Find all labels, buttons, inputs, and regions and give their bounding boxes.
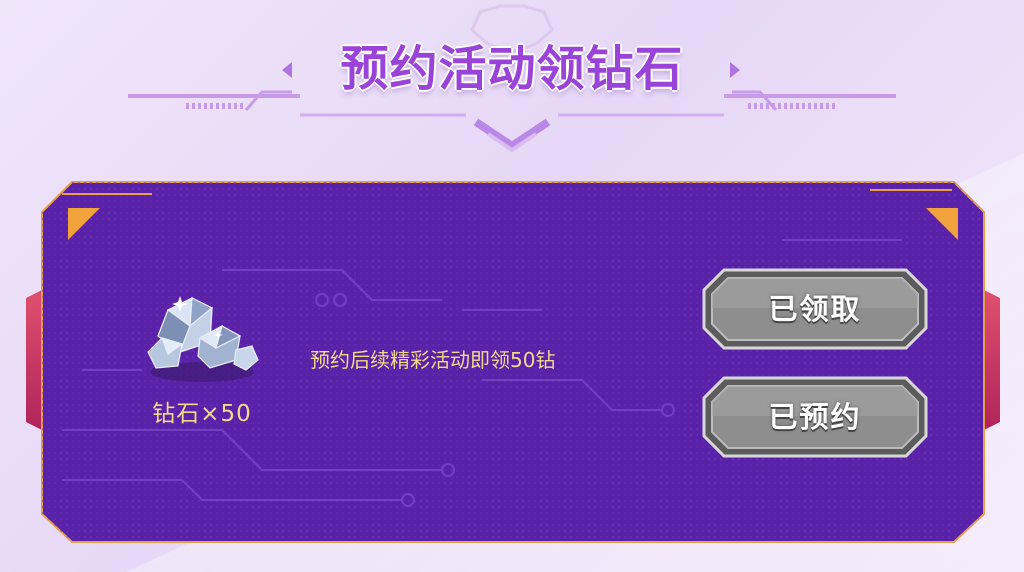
reward-item: 钻石×50 — [130, 290, 274, 430]
title-right-arrow-icon — [730, 62, 740, 78]
reward-label: 钻石×50 — [152, 401, 252, 427]
claimed-button[interactable]: 已领取 — [702, 268, 928, 350]
reward-panel: 钻石×50 预约后续精彩活动即领50钻 已领取 已预约 — [22, 180, 1004, 544]
title-banner: 预约活动领钻石 — [0, 0, 1024, 170]
title-left-arrow-icon — [282, 62, 292, 78]
reserved-button[interactable]: 已预约 — [702, 376, 928, 458]
activity-description: 预约后续精彩活动即领50钻 — [310, 348, 556, 372]
page-title: 预约活动领钻石 — [340, 41, 684, 97]
claimed-button-label: 已领取 — [768, 292, 862, 326]
diamond-pile-icon — [147, 296, 259, 382]
reserved-button-label: 已预约 — [768, 400, 862, 434]
